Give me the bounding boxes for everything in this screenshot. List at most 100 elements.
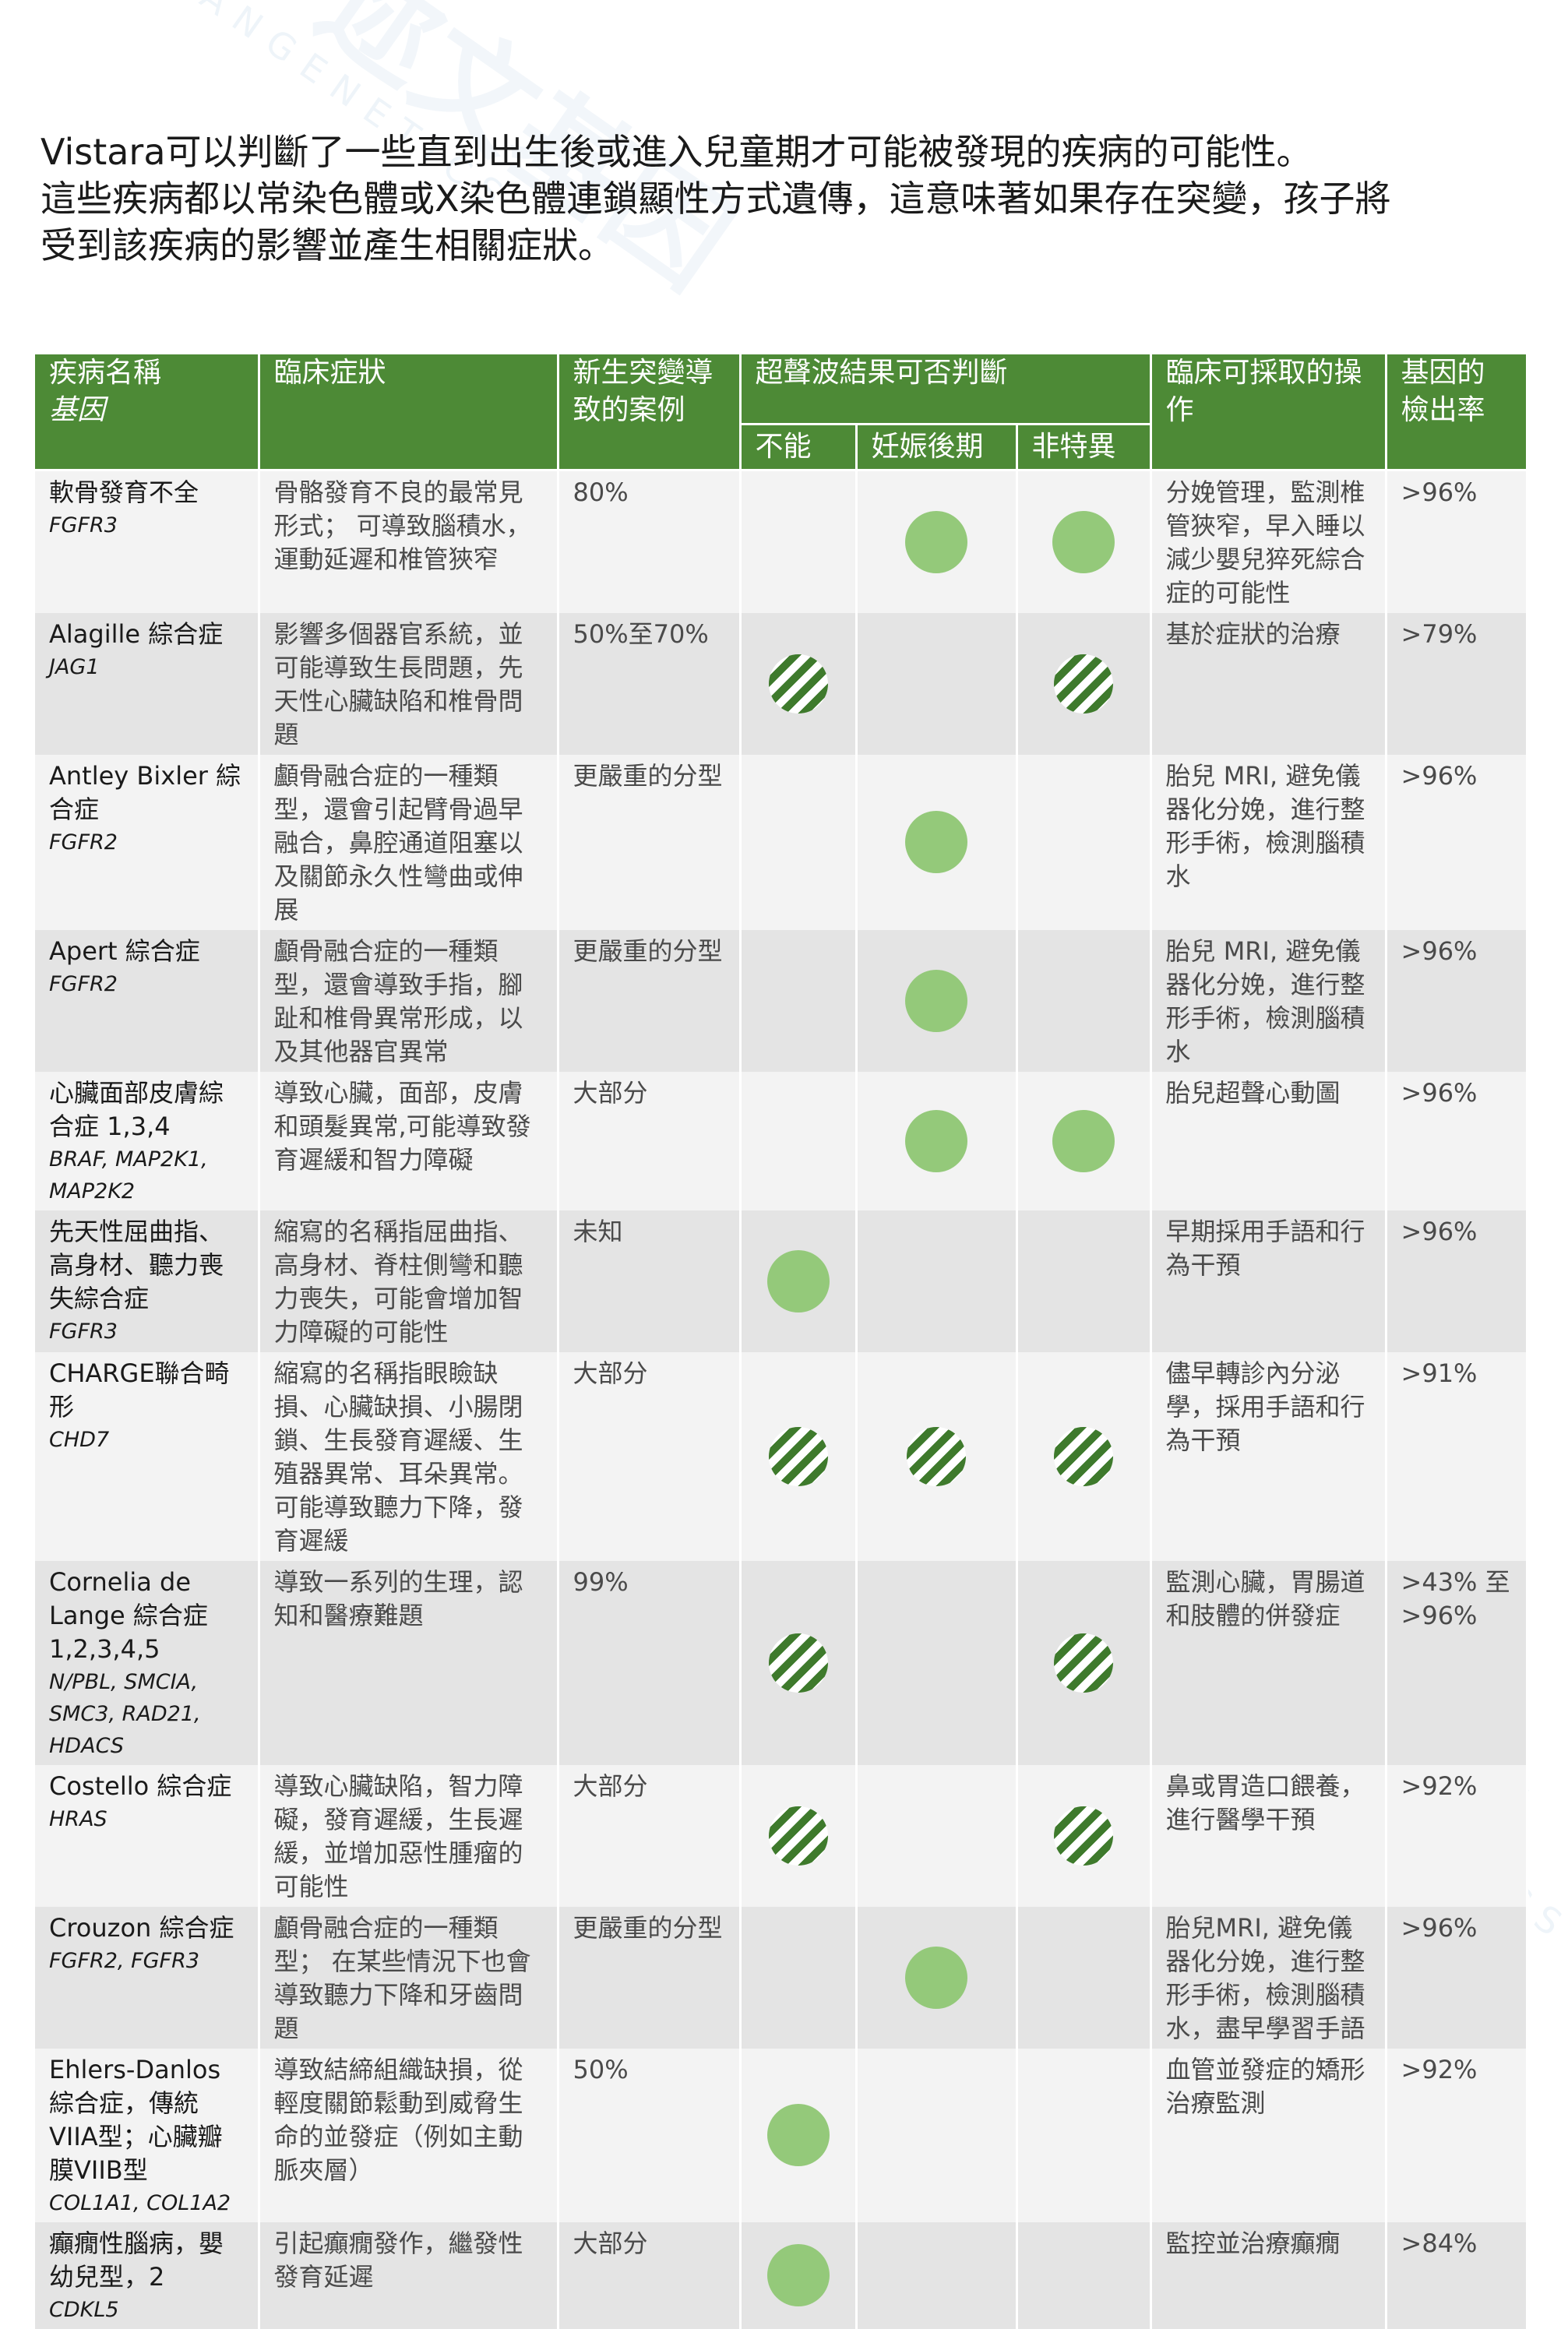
striped-dot-marker	[768, 1806, 828, 1866]
gene-name: CHD7	[49, 1427, 110, 1452]
detection-cell: >96%	[1386, 470, 1528, 613]
new-mutation-cell: 更嚴重的分型	[558, 929, 742, 1072]
gene-name: FGFR2	[49, 971, 118, 996]
ultrasound-nonspecific-cell	[1017, 1071, 1152, 1210]
ultrasound-cannot-cell	[740, 470, 858, 613]
ultrasound-cannot-cell	[740, 1351, 858, 1561]
disease-cell: 先天性屈曲指、高身材、聽力喪失綜合症 FGFR3	[35, 1210, 260, 1352]
ultrasound-cannot-cell	[740, 1071, 858, 1210]
disease-name: 先天性屈曲指、高身材、聽力喪失綜合症	[49, 1216, 224, 1313]
table-row: Alagille 綜合症 JAG1 影響多個器官系統，並可能導致生長問題，先天性心臟…	[35, 612, 1528, 755]
disease-name: Apert 綜合症	[49, 935, 200, 966]
symptoms-cell: 導致結締組織缺損，從輕度關節鬆動到威脅生命的並發症（例如主動脈夾層）	[259, 2048, 559, 2222]
disease-cell: Apert 綜合症 FGFR2	[35, 929, 260, 1072]
symptoms-cell: 導致心臟，面部，皮膚和頭髮異常,可能導致發育遲緩和智力障礙	[259, 1071, 559, 1210]
action-cell: 胎兒超聲心動圖	[1150, 1071, 1387, 1210]
striped-dot-marker	[907, 1426, 966, 1486]
intro-line: 這些疾病都以常染色體或X染色體連鎖顯性方式遺傳，這意味著如果存在突變，孩子將	[41, 178, 1391, 220]
ultrasound-nonspecific-cell	[1017, 754, 1152, 930]
table-row: Antley Bixler 綜合症 FGFR2 顱骨融合症的一種類型，還會引起臂骨過…	[35, 754, 1528, 930]
new-mutation-cell: 80%	[558, 470, 742, 613]
table-row: Apert 綜合症 FGFR2 顱骨融合症的一種類型，還會導致手指，腳趾和椎骨異常形…	[35, 929, 1528, 1072]
ultrasound-late-cell	[856, 1906, 1018, 2049]
symptoms-cell: 導致一系列的生理，認知和醫療難題	[259, 1560, 559, 1765]
symptoms-cell: 顱骨融合症的一種類型，還會引起臂骨過早融合，鼻腔通道阻塞以及關節永久性彎曲或伸展	[259, 754, 559, 930]
action-cell: 胎兒MRI, 避免儀器化分娩，進行整形手術，檢測腦積水，盡早學習手語	[1150, 1906, 1387, 2049]
disease-name: 心臟面部皮膚綜合症 1,3,4	[49, 1077, 224, 1141]
table-row: CHARGE聯合畸形 CHD7 縮寫的名稱指眼瞼缺損、心臟缺損、小腸閉鎖、生長發育遲…	[35, 1351, 1528, 1561]
new-mutation-cell: 更嚴重的分型	[558, 1906, 742, 2049]
disease-cell: Cornelia de Lange 綜合症 1,2,3,4,5 N/PBL, SM…	[35, 1560, 260, 1765]
action-cell: 監測心臟，胃腸道和肢體的併發症	[1150, 1560, 1387, 1765]
striped-dot-marker	[1054, 1426, 1113, 1486]
gene-name: BRAF, MAP2K1, MAP2K2	[49, 1147, 208, 1203]
solid-dot-marker	[905, 1109, 967, 1172]
new-mutation-cell: 50%至70%	[558, 612, 742, 755]
header-detection: 基因的檢出率	[1386, 354, 1528, 471]
ultrasound-nonspecific-cell	[1017, 2048, 1152, 2222]
table-row: Costello 綜合症 HRAS 導致心臟缺陷，智力障礙，發育遲緩，生長遲緩，並增…	[35, 1764, 1528, 1907]
symptoms-cell: 顱骨融合症的一種類型； 在某些情況下也會導致聽力下降和牙齒問題	[259, 1906, 559, 2049]
striped-dot-marker	[1054, 654, 1113, 713]
new-mutation-cell: 更嚴重的分型	[558, 754, 742, 930]
ultrasound-cannot-cell	[740, 754, 858, 930]
symptoms-cell: 骨骼發育不良的最常見形式； 可導致腦積水，運動延遲和椎管狹窄	[259, 470, 559, 613]
solid-dot-marker	[905, 811, 967, 873]
ultrasound-nonspecific-cell	[1017, 1560, 1152, 1765]
ultrasound-nonspecific-cell	[1017, 1351, 1152, 1561]
ultrasound-late-cell	[856, 2222, 1018, 2329]
disease-cell: Alagille 綜合症 JAG1	[35, 612, 260, 755]
ultrasound-late-cell	[856, 2048, 1018, 2222]
intro-line: 受到該疾病的影響並產生相關症狀。	[41, 224, 614, 266]
striped-dot-marker	[768, 1633, 828, 1693]
disease-name: Cornelia de Lange 綜合症 1,2,3,4,5	[49, 1566, 208, 1664]
striped-dot-marker	[768, 1426, 828, 1486]
detection-cell: >96%	[1386, 1071, 1528, 1210]
ultrasound-cannot-cell	[740, 1210, 858, 1352]
disease-table: 疾病名稱 基因 臨床症狀 新生突變導致的案例 超聲波結果可否判斷 臨床可採取的操…	[35, 354, 1528, 2329]
gene-name: FGFR2, FGFR3	[49, 1948, 200, 1973]
header-us-late: 妊娠後期	[856, 424, 1018, 471]
table-row: 心臟面部皮膚綜合症 1,3,4 BRAF, MAP2K1, MAP2K2 導致心臟，…	[35, 1071, 1528, 1210]
action-cell: 早期採用手語和行為干預	[1150, 1210, 1387, 1352]
action-cell: 分娩管理，監測椎管狹窄，早入睡以減少嬰兒猝死綜合症的可能性	[1150, 470, 1387, 613]
ultrasound-late-cell	[856, 612, 1018, 755]
ultrasound-nonspecific-cell	[1017, 1764, 1152, 1907]
ultrasound-nonspecific-cell	[1017, 612, 1152, 755]
header-new-mutation: 新生突變導致的案例	[558, 354, 742, 471]
ultrasound-nonspecific-cell	[1017, 2222, 1152, 2329]
disease-name: CHARGE聯合畸形	[49, 1358, 230, 1422]
ultrasound-late-cell	[856, 1071, 1018, 1210]
striped-dot-marker	[768, 654, 828, 713]
symptoms-cell: 導致心臟缺陷，智力障礙，發育遲緩，生長遲緩，並增加惡性腫瘤的可能性	[259, 1764, 559, 1907]
ultrasound-cannot-cell	[740, 612, 858, 755]
disease-cell: 癲癇性腦病，嬰幼兒型，2 CDKL5	[35, 2222, 260, 2329]
disease-name: Antley Bixler 綜合症	[49, 760, 241, 824]
action-cell: 儘早轉診內分泌學，採用手語和行為干預	[1150, 1351, 1387, 1561]
solid-dot-marker	[766, 2244, 830, 2306]
new-mutation-cell: 99%	[558, 1560, 742, 1765]
header-action: 臨床可採取的操作	[1150, 354, 1387, 471]
action-cell: 鼻或胃造口餵養，進行醫學干預	[1150, 1764, 1387, 1907]
disease-name: Costello 綜合症	[49, 1771, 232, 1801]
disease-name: Ehlers-Danlos 綜合症，傳統VIIA型；心臟瓣膜VIIB型	[49, 2054, 223, 2185]
symptoms-cell: 縮寫的名稱指眼瞼缺損、心臟缺損、小腸閉鎖、生長發育遲緩、生殖器異常、耳朵異常。可…	[259, 1351, 559, 1561]
striped-dot-marker	[1054, 1806, 1113, 1866]
solid-dot-marker	[1052, 1109, 1115, 1172]
detection-cell: >43% 至 >96%	[1386, 1560, 1528, 1765]
new-mutation-cell: 未知	[558, 1210, 742, 1352]
ultrasound-cannot-cell	[740, 2048, 858, 2222]
gene-name: FGFR2	[49, 830, 118, 854]
symptoms-cell: 顱骨融合症的一種類型，還會導致手指，腳趾和椎骨異常形成，以及其他器官異常	[259, 929, 559, 1072]
header-us-cannot: 不能	[740, 424, 858, 471]
disease-cell: Costello 綜合症 HRAS	[35, 1764, 260, 1907]
gene-name: FGFR3	[49, 1319, 118, 1344]
ultrasound-late-cell	[856, 1560, 1018, 1765]
detection-cell: >84%	[1386, 2222, 1528, 2329]
gene-name: COL1A1, COL1A2	[49, 2190, 231, 2215]
ultrasound-late-cell	[856, 1210, 1018, 1352]
disease-cell: 軟骨發育不全 FGFR3	[35, 470, 260, 613]
ultrasound-nonspecific-cell	[1017, 929, 1152, 1072]
ultrasound-late-cell	[856, 1764, 1018, 1907]
action-cell: 胎兒 MRI, 避免儀器化分娩，進行整形手術，檢測腦積水	[1150, 754, 1387, 930]
